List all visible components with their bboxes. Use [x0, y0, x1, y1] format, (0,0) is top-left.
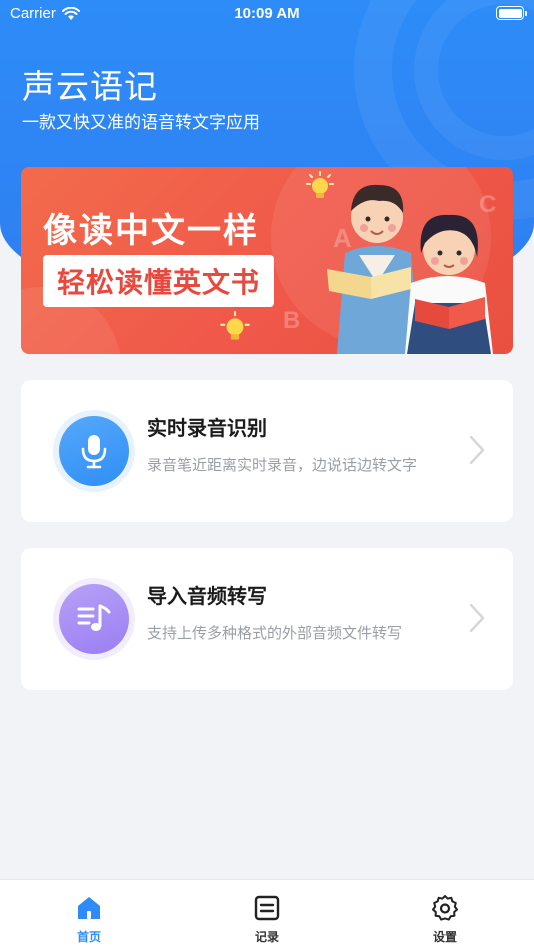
card-description: 录音笔近距离实时录音，边说话边转文字 [147, 456, 418, 474]
home-icon [78, 897, 100, 919]
battery-icon [496, 6, 527, 20]
card-description: 支持上传多种格式的外部音频文件转写 [147, 624, 403, 642]
card-title: 导入音频转写 [147, 584, 267, 608]
banner-headline: 像读中文一样 [43, 211, 259, 251]
tab-records[interactable]: 记录 [227, 894, 307, 945]
music-note-icon [59, 584, 129, 654]
realtime-recording-card[interactable]: 实时录音识别 录音笔近距离实时录音，边说话边转文字 [21, 380, 513, 522]
lightbulb-icon [220, 311, 250, 340]
app-subtitle: 一款又快又准的语音转文字应用 [22, 113, 260, 133]
tab-bar: 首页 记录 设置 [0, 879, 534, 950]
banner-tagline: 轻松读懂英文书 [57, 266, 261, 299]
banner-tagline-box: 轻松读懂英文书 [43, 255, 275, 307]
chevron-right-icon [469, 435, 485, 465]
import-icon-halo [53, 578, 135, 660]
promo-banner[interactable]: 像读中文一样 轻松读懂英文书 A B C [21, 167, 513, 354]
clock: 10:09 AM [234, 5, 300, 22]
tab-label: 记录 [254, 930, 279, 944]
card-title: 实时录音识别 [147, 416, 267, 440]
gear-icon [432, 895, 458, 921]
chevron-right-icon [469, 603, 485, 633]
tab-home[interactable]: 首页 [49, 894, 129, 945]
tab-label: 首页 [76, 930, 101, 944]
banner-letter-b: B [283, 307, 301, 334]
tab-settings[interactable]: 设置 [405, 894, 485, 945]
record-list-icon [254, 895, 280, 921]
reading-kids-illustration [327, 184, 493, 354]
microphone-icon [59, 416, 129, 486]
realtime-icon-halo [53, 410, 135, 492]
tab-label: 设置 [432, 930, 457, 944]
status-bar: Carrier 10:09 AM [0, 0, 534, 30]
import-audio-card[interactable]: 导入音频转写 支持上传多种格式的外部音频文件转写 [21, 548, 513, 690]
app-title: 声云语记 [22, 67, 158, 106]
